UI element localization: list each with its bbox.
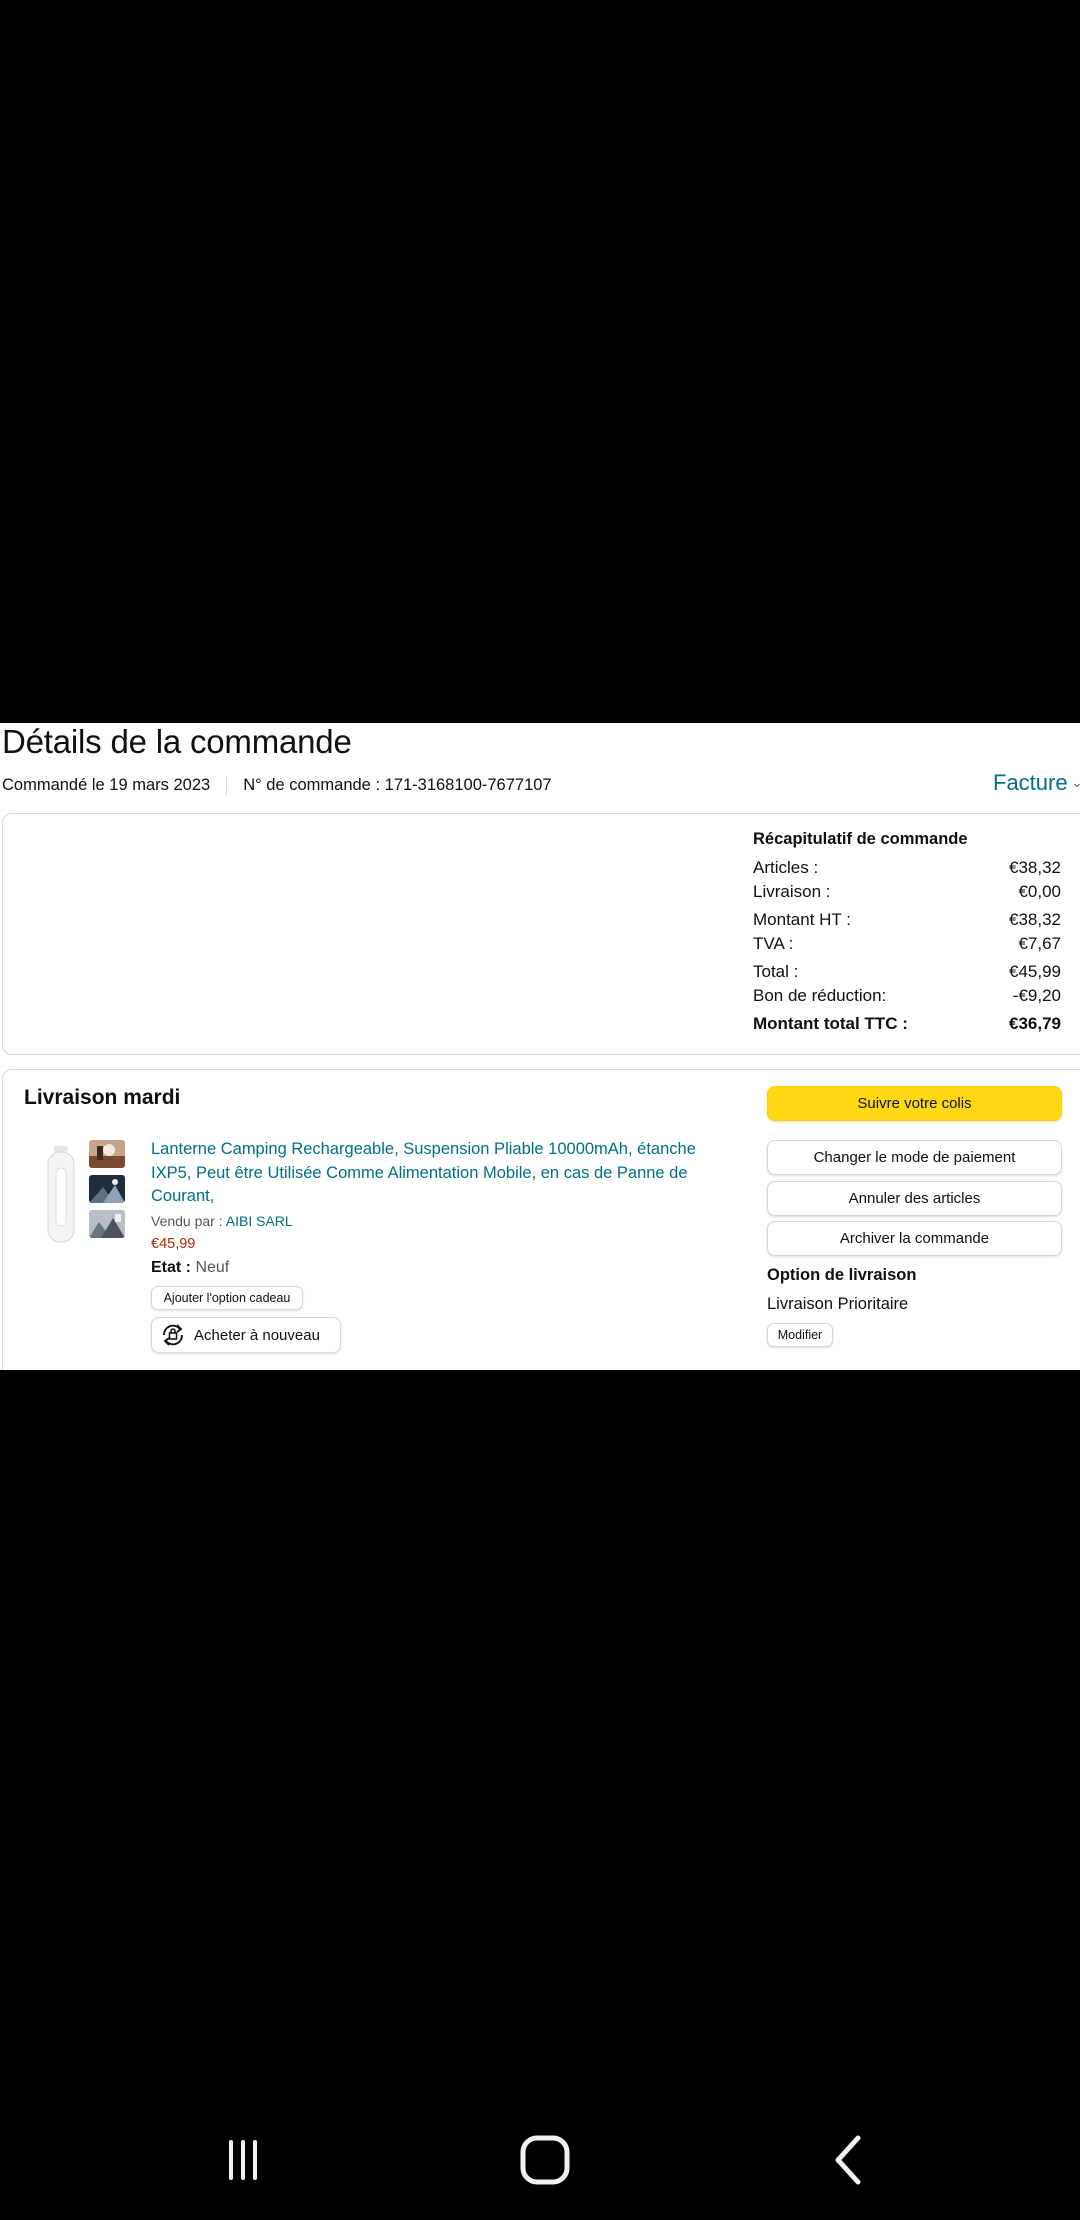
add-gift-option-button[interactable]: Ajouter l'option cadeau — [151, 1286, 303, 1310]
summary-value: -€9,20 — [1012, 986, 1061, 1005]
summary-label: Montant HT : — [753, 910, 851, 929]
summary-value: €7,67 — [1018, 934, 1061, 953]
archive-order-button[interactable]: Archiver la commande — [767, 1221, 1062, 1256]
summary-label: TVA : — [753, 934, 794, 953]
summary-row-shipping: Livraison : €0,00 — [753, 880, 1061, 904]
product-thumbnail[interactable] — [89, 1210, 125, 1238]
product-title-link[interactable]: Lanterne Camping Rechargeable, Suspensio… — [151, 1138, 711, 1209]
order-number: N° de commande : 171-3168100-7677107 — [243, 776, 552, 794]
system-navigation-bar — [0, 2120, 1080, 2200]
order-details-page: Détails de la commande Commandé le 19 ma… — [0, 723, 1080, 1370]
home-icon[interactable] — [505, 2120, 585, 2200]
cancel-items-button[interactable]: Annuler des articles — [767, 1181, 1062, 1216]
sold-by: Vendu par : AIBI SARL — [151, 1213, 293, 1229]
product-condition: Etat : Neuf — [151, 1259, 229, 1277]
back-icon[interactable] — [808, 2120, 888, 2200]
summary-heading: Récapitulatif de commande — [753, 830, 968, 848]
invoice-dropdown[interactable]: Facture ⌄ — [993, 770, 1080, 796]
recent-apps-icon[interactable] — [203, 2120, 283, 2200]
change-payment-button[interactable]: Changer le mode de paiement — [767, 1140, 1062, 1175]
summary-row-total: Total : €45,99 — [753, 960, 1061, 984]
buy-again-button[interactable]: Acheter à nouveau — [151, 1317, 341, 1353]
summary-row-vat: TVA : €7,67 — [753, 932, 1061, 956]
summary-row-subtotal-ht: Montant HT : €38,32 — [753, 908, 1061, 932]
summary-value: €36,79 — [1009, 1014, 1061, 1033]
buy-again-icon — [163, 1324, 183, 1346]
order-meta: Commandé le 19 mars 2023 N° de commande … — [2, 776, 552, 795]
summary-label: Livraison : — [753, 882, 831, 901]
order-date: Commandé le 19 mars 2023 — [2, 776, 211, 794]
product-price: €45,99 — [151, 1236, 196, 1252]
summary-label: Bon de réduction: — [753, 986, 887, 1005]
buy-again-label: Acheter à nouveau — [194, 1326, 320, 1344]
summary-row-grand-total: Montant total TTC : €36,79 — [753, 1012, 1061, 1036]
product-image[interactable] — [44, 1146, 78, 1246]
chevron-down-icon: ⌄ — [1071, 775, 1080, 790]
delivery-option-title: Option de livraison — [767, 1266, 917, 1284]
product-thumbnail[interactable] — [89, 1175, 125, 1203]
summary-label: Total : — [753, 962, 799, 981]
summary-value: €38,32 — [1009, 910, 1061, 929]
condition-value: Neuf — [195, 1259, 230, 1276]
invoice-label: Facture — [993, 770, 1068, 795]
product-thumbnail[interactable] — [89, 1140, 125, 1168]
summary-label: Articles : — [753, 858, 819, 877]
summary-row-coupon: Bon de réduction: -€9,20 — [753, 984, 1061, 1008]
delivery-title: Livraison mardi — [24, 1086, 181, 1109]
page-title: Détails de la commande — [2, 723, 352, 760]
sold-by-label: Vendu par : — [151, 1213, 223, 1229]
condition-label: Etat : — [151, 1259, 191, 1276]
delivery-option-value: Livraison Prioritaire — [767, 1295, 909, 1313]
summary-row-articles: Articles : €38,32 — [753, 856, 1061, 880]
summary-value: €0,00 — [1018, 882, 1061, 901]
modify-delivery-button[interactable]: Modifier — [767, 1323, 833, 1347]
summary-value: €38,32 — [1009, 858, 1061, 877]
seller-link[interactable]: AIBI SARL — [226, 1213, 293, 1229]
track-package-button[interactable]: Suivre votre colis — [767, 1086, 1062, 1121]
summary-label: Montant total TTC : — [753, 1014, 908, 1033]
summary-value: €45,99 — [1009, 962, 1061, 981]
order-summary: Récapitulatif de commande Articles : €38… — [753, 830, 1061, 1036]
meta-divider — [226, 776, 228, 795]
